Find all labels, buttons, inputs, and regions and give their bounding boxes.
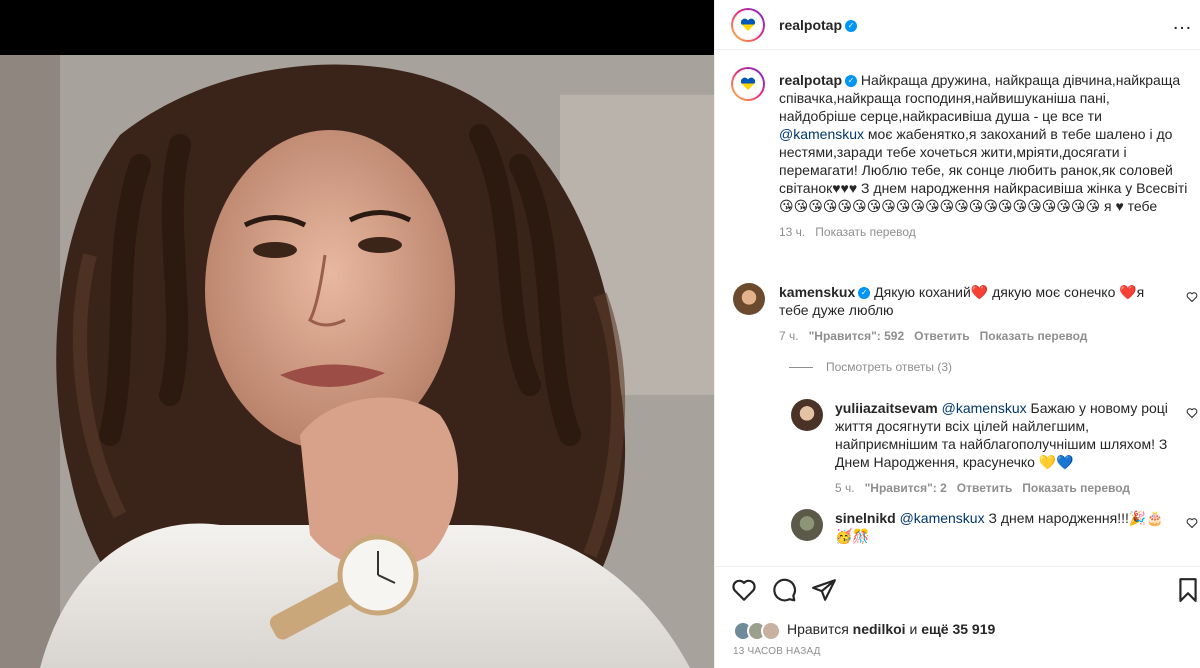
ukraine-heart-icon xyxy=(733,10,763,40)
comment-likes[interactable]: "Нравится": 592 xyxy=(809,329,905,343)
likes-middle: и xyxy=(905,621,922,637)
reply-avatar[interactable] xyxy=(791,399,823,431)
reply-avatar[interactable] xyxy=(791,509,823,541)
post-photo xyxy=(0,55,714,668)
post-side-panel: realpotap ✓ … realpotap ✓ Найкраща дружина… xyxy=(714,0,1200,668)
liker-avatars xyxy=(733,621,785,641)
comment-icon[interactable] xyxy=(771,577,797,603)
reply-username[interactable]: yuliiazaitsevam xyxy=(835,400,938,416)
heart-icon[interactable] xyxy=(1186,517,1198,529)
post-timestamp: 13 ЧАСОВ НАЗАД xyxy=(733,646,821,657)
liker-avatar xyxy=(761,621,781,641)
verified-badge-icon: ✓ xyxy=(845,19,858,32)
comment: kamenskux ✓ Дякую коханий❤️ дякую моє сон… xyxy=(779,283,1159,345)
reply-translate-link[interactable]: Показать перевод xyxy=(1022,481,1130,495)
ukraine-heart-icon xyxy=(733,69,763,99)
likes-user[interactable]: nedilkoi xyxy=(853,621,906,637)
bookmark-icon[interactable] xyxy=(1175,577,1200,603)
comment-reply-button[interactable]: Ответить xyxy=(914,329,969,343)
share-icon[interactable] xyxy=(811,577,837,603)
post-actions: Нравится nedilkoi и ещё 35 919 13 ЧАСОВ … xyxy=(715,566,1200,668)
reply-username[interactable]: sinelnikd xyxy=(835,510,896,526)
more-options-icon[interactable]: … xyxy=(1172,12,1193,35)
commenter-avatar[interactable] xyxy=(733,283,765,315)
comment-username[interactable]: kamenskux xyxy=(779,284,855,300)
replies-divider xyxy=(789,367,813,368)
author-username[interactable]: realpotap xyxy=(779,17,842,33)
post-caption: realpotap ✓ Найкраща дружина, найкраща ді… xyxy=(779,71,1189,241)
comment-time: 7 ч. xyxy=(779,329,799,343)
caption-avatar[interactable] xyxy=(731,67,765,101)
reply-mention[interactable]: @kamenskux xyxy=(900,510,985,526)
heart-icon[interactable] xyxy=(1186,407,1198,419)
reply-likes[interactable]: "Нравится": 2 xyxy=(865,481,947,495)
reply-time: 5 ч. xyxy=(835,481,855,495)
verified-badge-icon: ✓ xyxy=(858,287,871,300)
verified-badge-icon: ✓ xyxy=(845,75,858,88)
reply: yuliiazaitsevam @kamenskux Бажаю у новом… xyxy=(835,399,1175,497)
heart-icon[interactable] xyxy=(731,577,757,603)
likes-summary[interactable]: Нравится nedilkoi и ещё 35 919 xyxy=(787,621,995,637)
caption-translate-link[interactable]: Показать перевод xyxy=(815,225,916,239)
likes-count[interactable]: ещё 35 919 xyxy=(921,621,995,637)
view-replies-button[interactable]: Посмотреть ответы (3) xyxy=(826,360,952,374)
post-media[interactable] xyxy=(0,0,714,668)
reply-mention[interactable]: @kamenskux xyxy=(942,400,1027,416)
caption-mention[interactable]: @kamenskux xyxy=(779,126,864,142)
author-avatar[interactable] xyxy=(731,8,765,42)
heart-icon[interactable] xyxy=(1186,291,1198,303)
caption-time: 13 ч. xyxy=(779,225,806,239)
portrait-illustration xyxy=(0,55,714,668)
post-header: realpotap ✓ … xyxy=(715,0,1200,50)
likes-prefix: Нравится xyxy=(787,621,853,637)
comment-translate-link[interactable]: Показать перевод xyxy=(980,329,1088,343)
reply: sinelnikd @kamenskux З днем народження!!… xyxy=(835,509,1175,559)
reply-reply-button[interactable]: Ответить xyxy=(957,481,1012,495)
caption-username[interactable]: realpotap xyxy=(779,72,842,88)
